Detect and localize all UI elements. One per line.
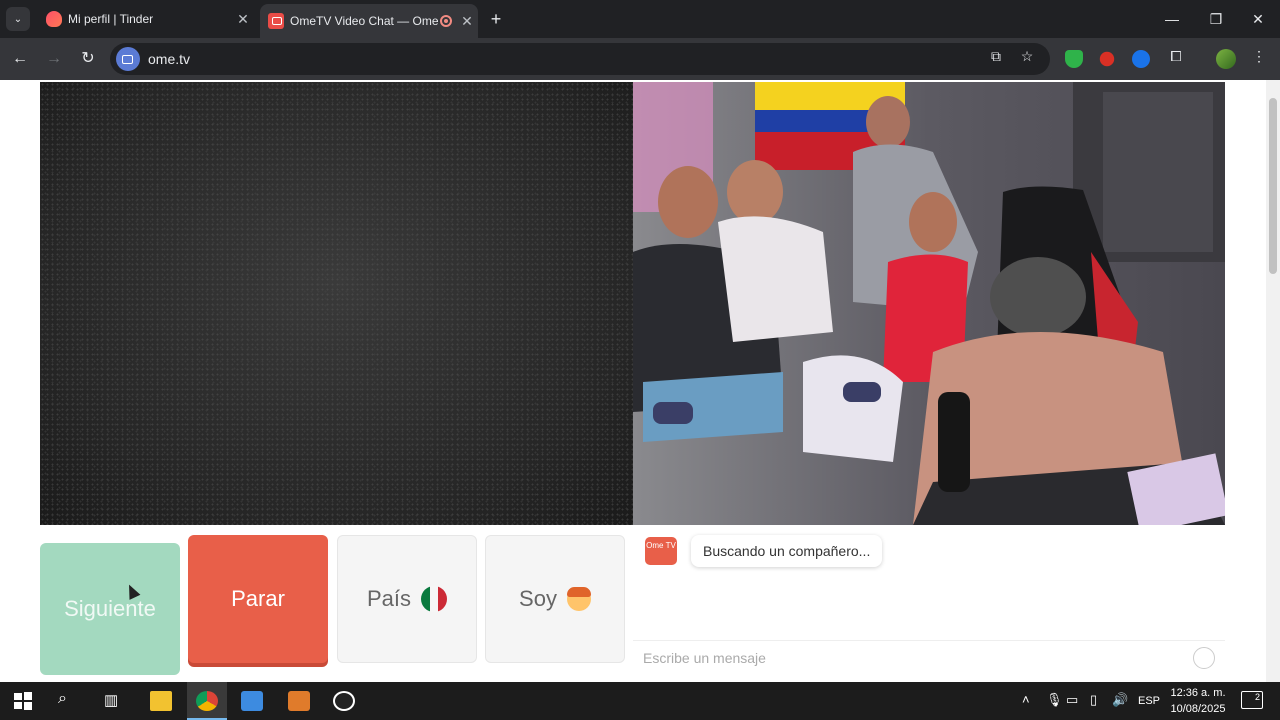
windows-taskbar: ⌕ ▥ ˄ 🎙 ▭ ▯ 🔊 ESP 12:36 a. m. 10/08/2025… xyxy=(0,682,1280,720)
page-scrollbar[interactable] xyxy=(1266,80,1280,682)
extensions-puzzle-icon[interactable]: ⧠ xyxy=(1167,47,1185,65)
tab-ometv[interactable]: OmeTV Video Chat — Ome ✕ xyxy=(260,4,478,38)
battery-icon[interactable]: ▭ xyxy=(1066,692,1078,708)
emoji-smile-icon[interactable] xyxy=(1193,647,1215,669)
reload-button[interactable]: ↻ xyxy=(76,47,100,71)
tab-strip: ⌄ Mi perfil | Tinder ✕ OmeTV Video Chat … xyxy=(0,0,1280,38)
forward-button[interactable]: → xyxy=(42,47,66,71)
profile-avatar[interactable] xyxy=(1216,49,1236,69)
soy-label: Soy xyxy=(519,586,557,611)
microphone-icon[interactable]: 🎙 xyxy=(1046,692,1063,708)
site-info-icon[interactable] xyxy=(116,47,140,71)
tab-title: Mi perfil | Tinder xyxy=(68,12,154,26)
volume-icon[interactable]: 🔊 xyxy=(1112,692,1128,708)
stop-label: Parar xyxy=(231,586,285,611)
install-app-icon[interactable]: ⧉ xyxy=(987,47,1005,65)
partner-video xyxy=(633,82,1225,525)
adblock-shield-icon[interactable] xyxy=(1065,50,1083,68)
restore-button[interactable]: ❐ xyxy=(1194,0,1238,38)
ometv-logo-icon: Ome TV xyxy=(645,537,677,565)
address-bar[interactable]: ome.tv xyxy=(110,43,1050,75)
boy-emoji-icon xyxy=(566,587,591,611)
fl-studio-icon[interactable] xyxy=(288,691,310,711)
task-view-icon[interactable]: ▥ xyxy=(104,691,118,709)
network-icon[interactable]: ▯ xyxy=(1090,692,1097,708)
clock-time: 12:36 a. m. xyxy=(1170,687,1226,699)
next-label: Siguiente xyxy=(64,596,156,621)
message-input[interactable] xyxy=(643,650,1163,666)
tab-close-icon[interactable]: ✕ xyxy=(232,11,254,28)
clock[interactable]: 12:36 a. m. 10/08/2025 xyxy=(1163,685,1233,717)
chrome-icon[interactable] xyxy=(196,691,218,711)
bookmark-star-icon[interactable]: ☆ xyxy=(1018,47,1036,65)
media-player-icon[interactable] xyxy=(241,691,263,711)
notification-count: 2 xyxy=(1254,692,1260,702)
chat-panel: Ome TV Buscando un compañero... xyxy=(633,525,1225,675)
status-message: Buscando un compañero... xyxy=(691,535,883,567)
scroll-thumb[interactable] xyxy=(1269,98,1277,274)
obs-icon[interactable] xyxy=(333,691,355,711)
show-hidden-icons-icon[interactable]: ˄ xyxy=(1022,692,1030,707)
shazam-extension-icon[interactable] xyxy=(1132,50,1150,68)
minimize-button[interactable]: — xyxy=(1150,0,1194,38)
partner-video-scene xyxy=(633,82,1225,525)
new-tab-button[interactable]: + xyxy=(484,8,508,30)
gender-button[interactable]: Soy xyxy=(485,535,625,663)
static-noise xyxy=(40,82,633,525)
ometv-page: Siguiente Parar País Soy Ome TV Buscando… xyxy=(0,80,1280,682)
tab-search-button[interactable]: ⌄ xyxy=(6,7,30,31)
url-text: ome.tv xyxy=(148,51,191,67)
back-button[interactable]: ← xyxy=(8,47,32,71)
tinder-favicon-icon xyxy=(46,11,62,27)
own-video-static xyxy=(40,82,633,525)
language-indicator[interactable]: ESP xyxy=(1138,695,1160,707)
file-explorer-icon[interactable] xyxy=(150,691,172,711)
country-label: País xyxy=(366,586,412,611)
chat-input-bar xyxy=(633,640,1225,675)
tab-title: OmeTV Video Chat — Ome xyxy=(290,14,439,28)
notification-center-icon[interactable]: 2 xyxy=(1241,691,1263,709)
close-window-button[interactable]: ✕ xyxy=(1236,0,1280,38)
browser-toolbar: ← → ↻ ome.tv ⧉ ☆ ⧠ ⋮ xyxy=(0,38,1280,80)
tab-close-icon[interactable]: ✕ xyxy=(456,13,478,30)
tab-tinder[interactable]: Mi perfil | Tinder ✕ xyxy=(38,4,254,34)
menu-kebab-icon[interactable]: ⋮ xyxy=(1250,47,1268,65)
recording-icon xyxy=(440,15,452,27)
clock-date: 10/08/2025 xyxy=(1170,703,1226,715)
next-button[interactable]: Siguiente xyxy=(40,543,180,675)
windows-start-icon[interactable] xyxy=(12,691,34,711)
search-icon[interactable]: ⌕ xyxy=(58,690,67,708)
country-button[interactable]: País xyxy=(337,535,477,663)
record-extension-icon[interactable] xyxy=(1099,51,1115,67)
stop-button[interactable]: Parar xyxy=(188,535,328,663)
mexico-flag-icon xyxy=(421,586,448,612)
ometv-favicon-icon xyxy=(268,13,284,29)
